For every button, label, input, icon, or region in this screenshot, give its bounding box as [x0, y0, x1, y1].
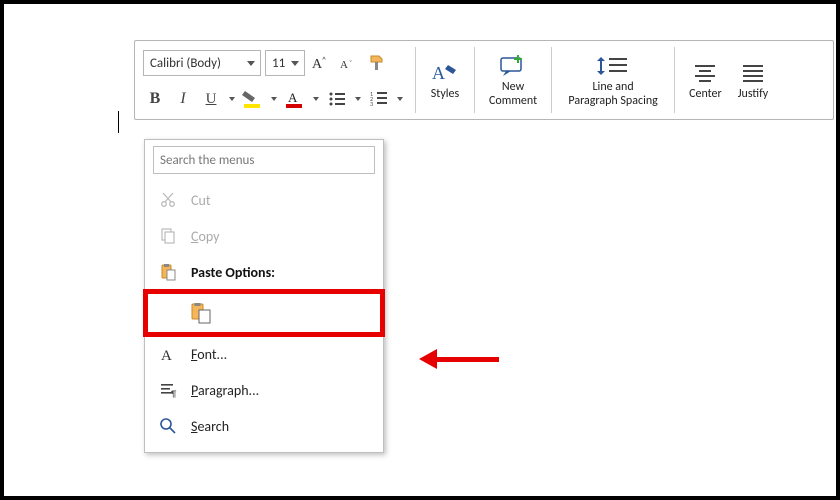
toolbar-separator	[415, 47, 416, 113]
highlight-icon[interactable]	[241, 87, 265, 111]
format-painter-icon[interactable]	[365, 51, 389, 75]
menu-item-label: Copy	[191, 228, 219, 245]
font-name-value: Calibri (Body)	[150, 56, 221, 71]
menu-item-label: Cut	[191, 192, 211, 209]
styles-label: Styles	[431, 88, 459, 102]
menu-item-font[interactable]: A Font...	[153, 336, 375, 372]
justify-button[interactable]: Justify	[730, 41, 777, 119]
center-button[interactable]: Center	[681, 41, 730, 119]
svg-text:¶: ¶	[171, 389, 177, 399]
bullets-dropdown[interactable]	[353, 97, 363, 101]
scissors-icon	[157, 191, 179, 209]
menu-item-cut: Cut	[153, 182, 375, 218]
new-comment-button[interactable]: New Comment	[481, 41, 545, 119]
menu-item-copy: Copy	[153, 218, 375, 254]
font-letter-icon: A	[157, 345, 179, 363]
paste-default-icon[interactable]	[187, 299, 215, 327]
toolbar-separator	[674, 47, 675, 113]
text-cursor	[118, 111, 119, 133]
svg-text:A: A	[161, 348, 172, 363]
menu-search-placeholder: Search the menus	[160, 153, 254, 168]
justify-label: Justify	[738, 88, 769, 102]
shrink-font-icon[interactable]: Aˇ	[337, 51, 361, 75]
new-comment-label2: Comment	[489, 95, 537, 109]
font-name-select[interactable]: Calibri (Body)	[143, 50, 261, 76]
menu-item-paste-options: Paste Options:	[153, 254, 375, 290]
menu-search-input[interactable]: Search the menus	[153, 146, 375, 174]
mini-toolbar: Calibri (Body) 11 A^ Aˇ B I U A	[134, 40, 834, 120]
font-color-icon[interactable]: A	[283, 87, 307, 111]
italic-button[interactable]: I	[171, 87, 195, 111]
arrow-annotation	[419, 349, 499, 369]
toolbar-separator	[551, 47, 552, 113]
svg-text:A: A	[432, 63, 445, 83]
line-spacing-label2: Paragraph Spacing	[568, 95, 657, 109]
line-spacing-label1: Line and	[593, 81, 634, 95]
search-icon	[157, 417, 179, 435]
menu-item-label: Search	[191, 418, 229, 435]
numbering-dropdown[interactable]	[395, 97, 405, 101]
new-comment-label1: New	[502, 81, 524, 95]
svg-text:^: ^	[322, 55, 326, 65]
numbering-icon[interactable]: 123	[367, 87, 391, 111]
paste-options-label: Paste Options:	[191, 264, 275, 281]
center-label: Center	[689, 88, 722, 102]
highlight-dropdown[interactable]	[269, 97, 279, 101]
line-spacing-button[interactable]: Line and Paragraph Spacing	[558, 41, 668, 119]
styles-button[interactable]: A Styles	[422, 41, 468, 119]
copy-icon	[157, 227, 179, 245]
font-size-select[interactable]: 11	[265, 50, 305, 76]
clipboard-icon	[157, 263, 179, 281]
paragraph-icon: ¶	[157, 381, 179, 399]
grow-font-icon[interactable]: A^	[309, 51, 333, 75]
bullets-icon[interactable]	[325, 87, 349, 111]
bold-button[interactable]: B	[143, 87, 167, 111]
font-size-value: 11	[272, 56, 285, 71]
svg-text:A: A	[288, 90, 298, 105]
menu-item-search[interactable]: Search	[153, 408, 375, 444]
paste-options-row	[153, 290, 375, 336]
toolbar-separator	[474, 47, 475, 113]
underline-button[interactable]: U	[199, 87, 223, 111]
font-color-dropdown[interactable]	[311, 97, 321, 101]
menu-item-label: Font...	[191, 346, 227, 363]
context-menu: Search the menus Cut Copy Paste Options:…	[144, 139, 384, 453]
underline-dropdown[interactable]	[227, 97, 237, 101]
svg-text:A: A	[340, 59, 348, 71]
svg-text:3: 3	[370, 100, 373, 108]
menu-item-label: Paragraph...	[191, 382, 259, 399]
svg-text:ˇ: ˇ	[349, 59, 352, 69]
menu-item-paragraph[interactable]: ¶ Paragraph...	[153, 372, 375, 408]
